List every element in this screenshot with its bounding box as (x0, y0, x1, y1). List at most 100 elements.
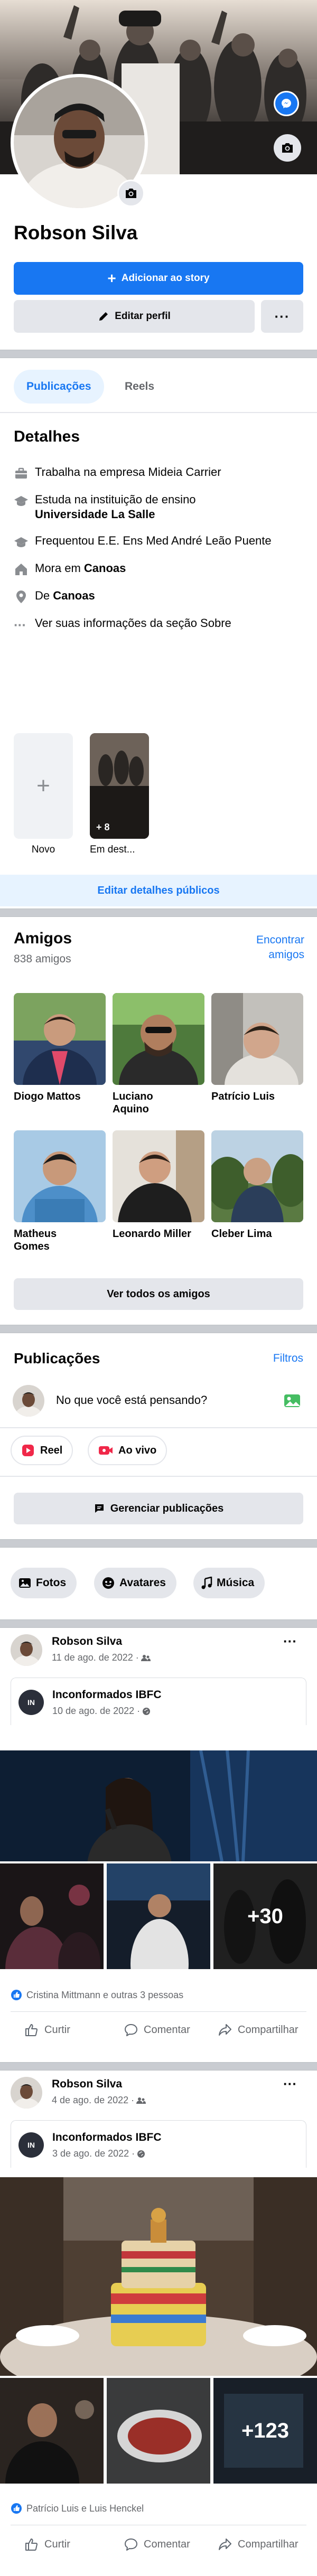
see-all-friends-label: Ver todos os amigos (107, 1288, 210, 1300)
details-title: Detalhes (14, 428, 80, 445)
post-date[interactable]: 11 de ago. de 2022 · (52, 1652, 151, 1663)
reactions-summary[interactable]: Patrício Luis e Luis Henckel (11, 2503, 144, 2514)
comment-button[interactable]: Comentar (124, 2023, 190, 2037)
post-author-avatar[interactable] (11, 1634, 42, 1666)
post-author-name[interactable]: Robson Silva (52, 2078, 122, 2091)
post-main-photo[interactable] (0, 1750, 317, 1861)
shared-date[interactable]: 10 de ago. de 2022 · (52, 1706, 151, 1717)
share-label: Compartilhar (238, 2538, 299, 2550)
messenger-avatar-button[interactable] (274, 91, 299, 116)
friend-name: Matheus Gomes (14, 1228, 57, 1252)
divider (0, 1427, 317, 1428)
cover-camera-button[interactable] (274, 134, 301, 162)
reel-button[interactable]: Reel (11, 1436, 73, 1465)
friend-photo (211, 1130, 303, 1222)
post-photo-more[interactable]: +30 (213, 1863, 317, 1969)
featured-new[interactable]: + (14, 733, 73, 839)
friend-photo (14, 993, 106, 1085)
study-prefix: Estuda na instituição de ensino (35, 493, 196, 506)
plus-icon: + (36, 773, 50, 799)
from-prefix: De (35, 589, 53, 602)
friend-card[interactable]: Patrício Luis (211, 993, 303, 1103)
more-options-button[interactable]: ··· (261, 300, 303, 333)
featured-album[interactable]: + 8 (90, 733, 149, 839)
avatars-chip[interactable]: Avatares (94, 1568, 176, 1598)
add-story-button[interactable]: + Adicionar ao story (14, 262, 303, 295)
post-photo-more[interactable]: +123 (213, 2378, 317, 2484)
shared-date-text: 3 de ago. de 2022 · (52, 2148, 135, 2159)
friend-card[interactable]: Diogo Mattos (14, 993, 106, 1103)
post-options-button[interactable]: ··· (283, 2076, 297, 2092)
detail-study: Estuda na instituição de ensino Universid… (14, 492, 304, 522)
profile-name: Robson Silva (14, 222, 138, 243)
tab-posts[interactable]: Publicações (14, 370, 104, 404)
detail-from: De Canoas (14, 588, 304, 604)
tab-reels[interactable]: Reels (113, 370, 166, 404)
detail-about-link[interactable]: ··· Ver suas informações da seção Sobre (14, 616, 304, 633)
post-date[interactable]: 4 de ago. de 2022 · (52, 2095, 146, 2106)
from-city[interactable]: Canoas (53, 589, 95, 602)
share-icon (219, 2024, 231, 2036)
post-photo-3[interactable] (107, 2378, 210, 2484)
photos-chip[interactable]: Fotos (11, 1568, 77, 1598)
post-main-photo[interactable] (0, 2177, 317, 2376)
friend-name: Luciano Aquino (113, 1091, 153, 1115)
reactions-summary[interactable]: Cristina Mittmann e outras 3 pessoas (11, 1989, 183, 2001)
composer-avatar[interactable] (13, 1385, 44, 1417)
post-date-text: 11 de ago. de 2022 · (52, 1652, 139, 1663)
manage-posts-button[interactable]: Gerenciar publicações (14, 1493, 303, 1524)
share-button[interactable]: Compartilhar (218, 2023, 298, 2037)
study-school[interactable]: Universidade La Salle (35, 508, 155, 521)
shared-date[interactable]: 3 de ago. de 2022 · (52, 2148, 145, 2159)
composer-input[interactable]: No que você está pensando? (56, 1393, 207, 1407)
live-button[interactable]: Ao vivo (88, 1436, 167, 1465)
friend-card[interactable]: Leonardo Miller (113, 1130, 204, 1240)
detail-work-text: Trabalha na empresa Mideia Carrier (35, 465, 221, 479)
location-pin-icon (16, 591, 26, 603)
more-icon: ··· (274, 308, 290, 324)
post-image (0, 1863, 104, 1969)
like-reaction-icon (11, 2503, 22, 2514)
friend-photo (14, 1130, 106, 1222)
posts-title: Publicações (14, 1350, 100, 1366)
share-button[interactable]: Compartilhar (218, 2537, 298, 2551)
find-friends-link[interactable]: Encontrar amigos (232, 933, 304, 962)
friends-audience-icon (141, 1654, 151, 1661)
post-photo-3[interactable] (107, 1863, 210, 1969)
pencil-icon (99, 312, 108, 321)
edit-profile-button[interactable]: Editar perfil (14, 300, 255, 333)
filters-link[interactable]: Filtros (248, 1352, 303, 1365)
lives-city[interactable]: Canoas (84, 561, 126, 575)
lives-prefix: Mora em (35, 561, 84, 575)
friend-photo-image (14, 993, 106, 1085)
briefcase-icon (15, 467, 27, 479)
comment-button[interactable]: Comentar (124, 2537, 190, 2551)
post-options-button[interactable]: ··· (283, 1633, 297, 1650)
friend-photo-image (211, 1130, 303, 1222)
edit-public-details-button[interactable]: Editar detalhes públicos (0, 875, 317, 906)
post-author-name[interactable]: Robson Silva (52, 1635, 122, 1648)
post-photo-2[interactable] (0, 1863, 104, 1969)
divider (0, 1476, 317, 1477)
page-logo-icon: IN (27, 1698, 35, 1707)
friend-card[interactable]: Luciano Aquino (113, 993, 204, 1116)
more-photos-count: +30 (247, 1904, 283, 1928)
live-label: Ao vivo (118, 1444, 157, 1456)
shared-author-name[interactable]: Inconformados IBFC (52, 1689, 162, 1701)
home-icon (15, 564, 27, 575)
thumbs-up-icon (25, 2538, 38, 2551)
profile-camera-button[interactable] (117, 180, 145, 207)
post-photo-2[interactable] (0, 2378, 104, 2484)
like-button[interactable]: Curtir (24, 2537, 70, 2551)
music-chip[interactable]: Música (193, 1568, 265, 1598)
friend-card[interactable]: Matheus Gomes (14, 1130, 106, 1253)
friend-card[interactable]: Cleber Lima (211, 1130, 303, 1240)
see-all-friends-button[interactable]: Ver todos os amigos (14, 1278, 303, 1310)
post-author-avatar[interactable] (11, 2077, 42, 2109)
graduation-cap-icon (14, 537, 28, 547)
photo-icon[interactable] (283, 1392, 301, 1408)
like-button[interactable]: Curtir (24, 2023, 70, 2037)
shared-author-name[interactable]: Inconformados IBFC (52, 2131, 162, 2144)
shared-page-logo[interactable]: IN (18, 2132, 44, 2158)
shared-page-logo[interactable]: IN (18, 1690, 44, 1715)
